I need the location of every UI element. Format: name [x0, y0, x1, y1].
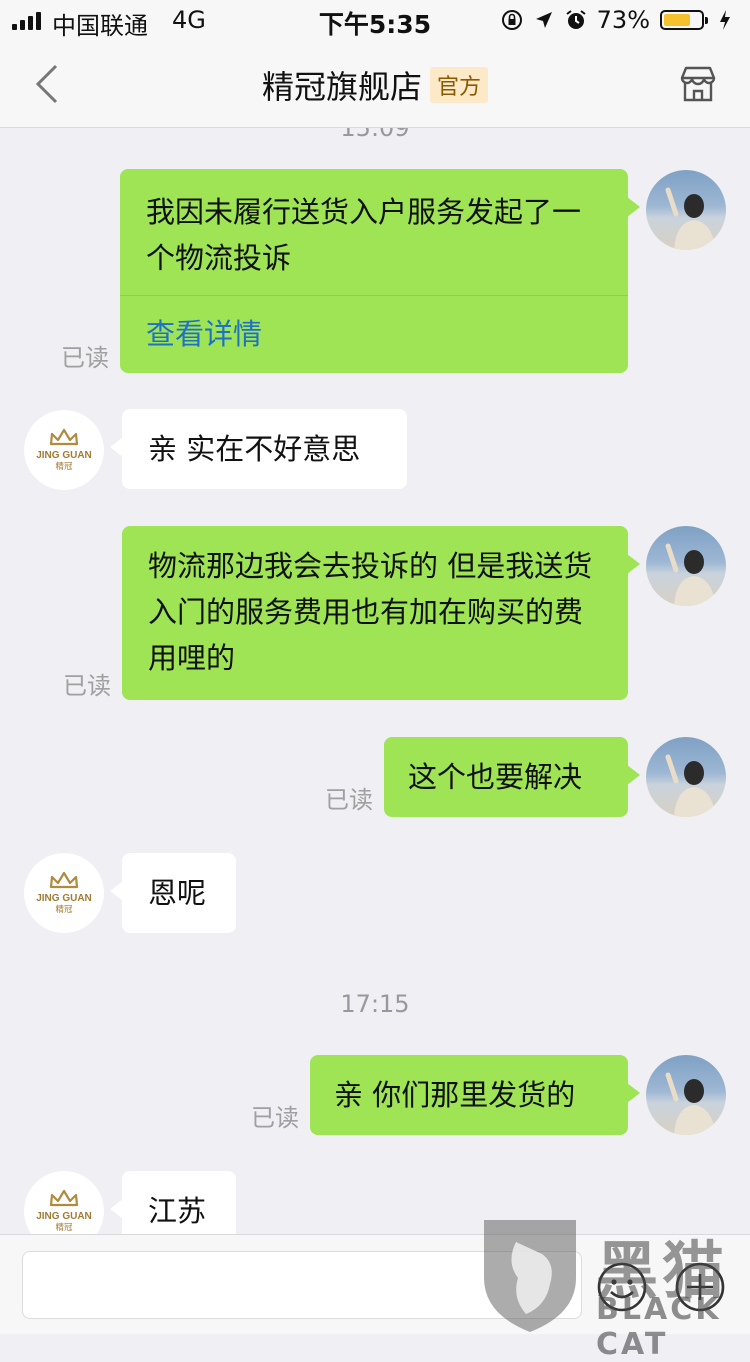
- alarm-icon: [565, 9, 587, 31]
- read-status: 已读: [251, 1104, 299, 1132]
- user-avatar[interactable]: [646, 1055, 726, 1135]
- page-title-group: 精冠旗舰店 官方: [0, 62, 750, 108]
- page-title: 精冠旗舰店: [261, 68, 422, 106]
- user-avatar[interactable]: [646, 526, 726, 606]
- charging-icon: [714, 9, 736, 31]
- shop-logo: JING GUAN 精冠: [36, 1189, 92, 1233]
- shop-avatar[interactable]: JING GUAN 精冠: [24, 853, 104, 933]
- nav-bar: 精冠旗舰店 官方: [0, 40, 750, 128]
- message-bubble[interactable]: 这个也要解决: [384, 737, 640, 817]
- timestamp: 15:09: [340, 128, 410, 142]
- emoji-button[interactable]: [596, 1261, 648, 1313]
- shop-avatar[interactable]: JING GUAN 精冠: [24, 1171, 104, 1234]
- user-avatar[interactable]: [646, 170, 726, 250]
- input-bar: [0, 1234, 750, 1334]
- shop-logo-line2: 精冠: [55, 904, 73, 915]
- user-photo: [665, 754, 716, 817]
- read-status: 已读: [325, 786, 373, 814]
- location-icon: [533, 9, 555, 31]
- shop-avatar[interactable]: JING GUAN 精冠: [24, 410, 104, 490]
- shop-logo-line2: 精冠: [55, 461, 73, 472]
- view-details-link[interactable]: 查看详情: [146, 311, 262, 357]
- message-bubble[interactable]: 亲 你们那里发货的: [310, 1055, 640, 1135]
- user-photo: [665, 543, 716, 606]
- shop-logo-line1: JING GUAN: [36, 893, 92, 904]
- store-icon: [680, 66, 716, 102]
- user-photo: [665, 187, 716, 250]
- message-bubble[interactable]: 恩呢: [110, 853, 236, 933]
- more-button[interactable]: [674, 1261, 726, 1313]
- shop-logo-line2: 精冠: [55, 1222, 73, 1233]
- read-status: 已读: [63, 672, 111, 700]
- message-bubble[interactable]: 物流那边我会去投诉的 但是我送货入门的服务费用也有加在购买的费用哩的: [122, 526, 640, 700]
- official-badge: 官方: [430, 67, 489, 103]
- message-text: 我因未履行送货入户服务发起了一个物流投诉: [146, 195, 582, 275]
- battery-icon: [660, 10, 708, 30]
- plus-icon: [675, 1262, 725, 1312]
- chat-area[interactable]: 15:09 我因未履行送货入户服务发起了一个物流投诉 查看详情 已读 JING …: [0, 128, 750, 1234]
- shop-logo-line1: JING GUAN: [36, 1211, 92, 1222]
- user-photo: [665, 1072, 716, 1135]
- shop-logo: JING GUAN 精冠: [36, 428, 92, 472]
- rotation-lock-icon: [501, 9, 523, 31]
- status-icons: 73%: [501, 6, 736, 34]
- shop-logo-line1: JING GUAN: [36, 450, 92, 461]
- card-divider: [120, 295, 628, 296]
- battery-percent: 73%: [596, 6, 650, 34]
- timestamp: 17:15: [340, 990, 410, 1018]
- user-avatar[interactable]: [646, 737, 726, 817]
- status-bar: 中国联通 4G 下午5:35 73%: [0, 0, 750, 40]
- message-input[interactable]: [22, 1251, 582, 1319]
- store-button[interactable]: [678, 64, 718, 104]
- message-bubble[interactable]: 亲 实在不好意思: [110, 409, 407, 489]
- message-bubble[interactable]: 江苏: [110, 1171, 236, 1234]
- message-card[interactable]: 我因未履行送货入户服务发起了一个物流投诉 查看详情: [120, 169, 640, 373]
- read-status: 已读: [61, 344, 109, 372]
- shop-logo: JING GUAN 精冠: [36, 871, 92, 915]
- smiley-icon: [597, 1262, 647, 1312]
